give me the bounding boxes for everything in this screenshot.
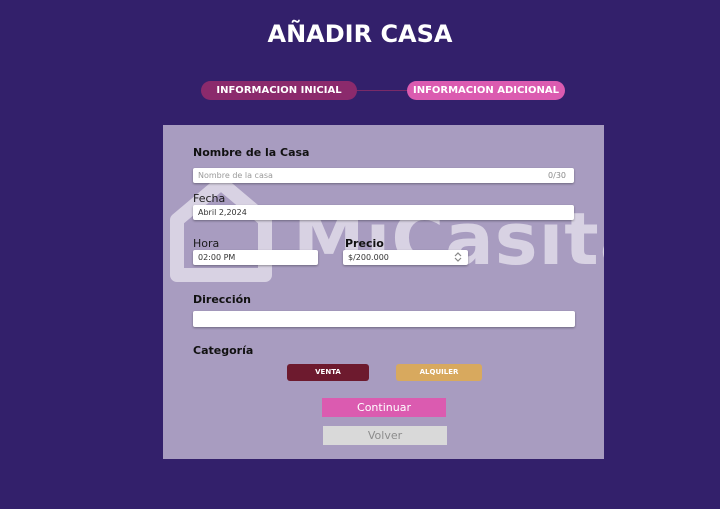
nombre-input[interactable]: Nombre de la casa 0/30 [193,168,574,183]
precio-value: $/200.000 [348,253,389,262]
precio-input[interactable]: $/200.000 [343,250,468,265]
step-informacion-adicional[interactable]: INFORMACION ADICIONAL [407,81,565,100]
categoria-label: Categoría [193,344,254,357]
hora-label: Hora [193,237,220,250]
nombre-placeholder: Nombre de la casa [198,171,273,180]
step-informacion-inicial[interactable]: INFORMACION INICIAL [201,81,357,100]
stepper-icon[interactable] [454,251,462,263]
fecha-label: Fecha [193,192,226,205]
direccion-label: Dirección [193,293,251,306]
direccion-input[interactable] [193,311,575,327]
fecha-value: Abril 2,2024 [198,208,247,217]
page-title: AÑADIR CASA [267,20,453,48]
precio-label: Precio [345,237,384,250]
venta-button[interactable]: VENTA [287,364,369,381]
hora-value: 02:00 PM [198,253,236,262]
alquiler-button[interactable]: ALQUILER [396,364,482,381]
stepper-connector [350,90,410,91]
form-card: MiCasita Nombre de la Casa Nombre de la … [163,125,604,459]
continuar-button[interactable]: Continuar [322,398,446,417]
nombre-char-counter: 0/30 [548,171,566,180]
volver-button[interactable]: Volver [323,426,447,445]
fecha-input[interactable]: Abril 2,2024 [193,205,574,220]
hora-input[interactable]: 02:00 PM [193,250,318,265]
nombre-label: Nombre de la Casa [193,146,310,159]
